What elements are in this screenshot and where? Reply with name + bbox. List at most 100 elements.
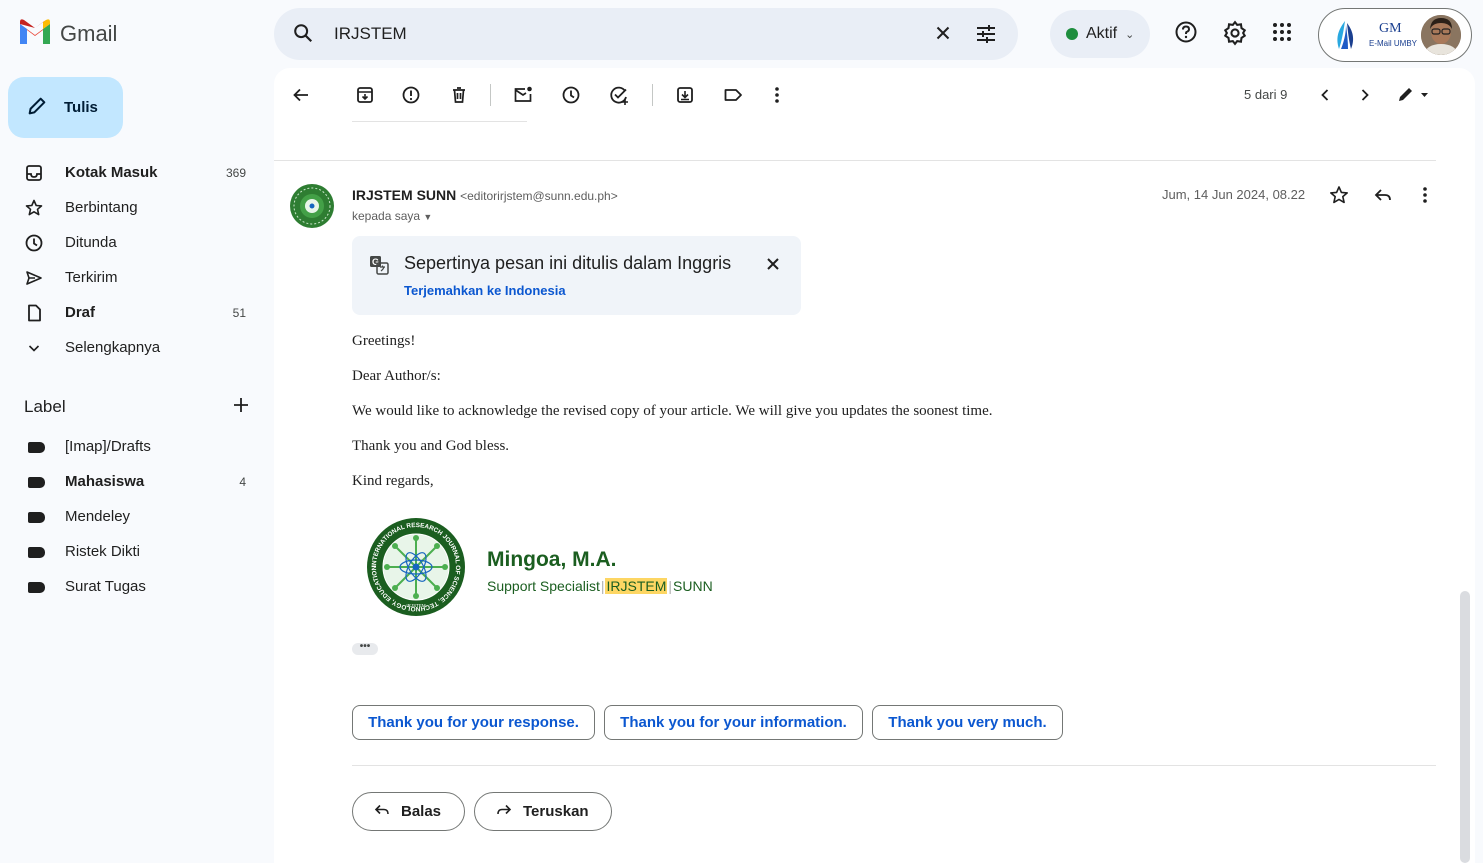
sidebar-item-label: Ditunda (65, 234, 117, 251)
labels-heading: Label (24, 397, 66, 416)
translate-link[interactable]: Terjemahkan ke Indonesia (404, 283, 566, 298)
sender-line[interactable]: IRJSTEM SUNN <editorirjstem@sunn.edu.ph> (352, 187, 618, 203)
draft-count: 51 (232, 306, 246, 320)
status-dot (1066, 28, 1078, 40)
add-task-icon[interactable] (608, 84, 630, 106)
reply-arrow-icon[interactable] (1372, 184, 1394, 206)
show-trimmed-content-button[interactable]: ••• (352, 642, 378, 655)
close-icon[interactable] (763, 254, 783, 279)
smart-reply-chip[interactable]: Thank you for your response. (352, 705, 595, 740)
sidebar-item-label: Terkirim (65, 269, 118, 286)
sidebar-item-label: Mendeley (65, 508, 131, 525)
inbox-icon (24, 163, 44, 183)
signature-highlight: IRJSTEM (605, 578, 668, 594)
body-paragraph: Thank you and God bless. (352, 438, 510, 454)
sender-email: <editorirjstem@sunn.edu.ph> (460, 189, 618, 203)
chevron-right-icon[interactable] (1354, 84, 1376, 106)
recipients-label: kepada saya (352, 209, 421, 223)
pencil-icon (26, 95, 48, 121)
label-tag-icon (28, 442, 45, 453)
mark-unread-icon[interactable] (512, 84, 534, 106)
star-icon[interactable] (1328, 184, 1350, 206)
gmail-logo[interactable]: Gmail (18, 18, 117, 49)
back-arrow-icon[interactable] (290, 84, 312, 106)
seal-short-text: ·IRJSTEM· (405, 603, 427, 608)
input-tools-pencil-icon[interactable] (1394, 84, 1430, 106)
sidebar-item-drafts[interactable]: Draf 51 (0, 297, 270, 329)
sidebar-label-mahasiswa[interactable]: Mahasiswa 4 (0, 466, 270, 498)
sidebar-item-label: Selengkapnya (65, 339, 161, 356)
signature-role: Support Specialist (487, 578, 600, 594)
more-vert-icon[interactable] (1414, 184, 1436, 206)
reply-button[interactable]: Balas (352, 792, 465, 831)
avatar[interactable] (1421, 15, 1461, 55)
send-icon (24, 268, 44, 288)
more-vert-icon[interactable] (766, 84, 788, 106)
scrollbar-thumb[interactable] (1460, 591, 1470, 863)
sidebar-label-imap-drafts[interactable]: [Imap]/Drafts (0, 431, 270, 463)
label-icon[interactable] (722, 84, 744, 106)
sidebar-item-label: Draf (65, 304, 96, 321)
clear-search-icon[interactable] (932, 22, 954, 49)
sidebar-item-starred[interactable]: Berbintang (0, 192, 270, 224)
body-paragraph: Greetings! (352, 333, 416, 349)
snooze-clock-icon[interactable] (560, 84, 582, 106)
app-name: Gmail (60, 20, 118, 46)
compose-label: Tulis (64, 99, 98, 116)
message-divider (274, 160, 1436, 161)
sidebar-item-label: Ristek Dikti (65, 543, 141, 560)
sidebar-item-label: Mahasiswa (65, 473, 145, 490)
search-input[interactable]: IRJSTEM (334, 24, 407, 44)
unread-count: 369 (225, 166, 246, 180)
search-icon[interactable] (292, 22, 314, 49)
apps-grid-icon[interactable] (1270, 20, 1294, 49)
sidebar-item-label: [Imap]/Drafts (65, 438, 151, 455)
org-name: E-Mail UMBY (1369, 39, 1418, 48)
sidebar-item-label: Berbintang (65, 199, 138, 216)
archive-icon[interactable] (354, 84, 376, 106)
delete-trash-icon[interactable] (448, 84, 470, 106)
add-label-icon[interactable] (230, 394, 252, 421)
label-tag-icon (28, 547, 45, 558)
message-date: Jum, 14 Jun 2024, 08.22 (1162, 187, 1306, 202)
chevron-down-icon: ⌄ (1125, 28, 1135, 41)
move-to-icon[interactable] (674, 84, 696, 106)
reply-label: Balas (401, 803, 442, 820)
forward-arrow-icon (495, 801, 513, 823)
recipients-dropdown[interactable]: kepada saya ▼ (352, 209, 432, 223)
compose-button[interactable]: Tulis (8, 77, 123, 138)
smart-reply-chip[interactable]: Thank you for your information. (604, 705, 863, 740)
smart-reply-chip[interactable]: Thank you very much. (872, 705, 1063, 740)
toolbar-divider (652, 84, 653, 106)
body-paragraph: Kind regards, (352, 473, 434, 489)
label-tag-icon (28, 477, 45, 488)
sidebar-item-label: Surat Tugas (65, 578, 146, 595)
signature-org: SUNN (673, 578, 713, 594)
report-spam-icon[interactable] (400, 84, 422, 106)
account-switcher[interactable]: GM E-Mail UMBY (1318, 8, 1472, 62)
sidebar-item-label: Kotak Masuk (65, 164, 158, 181)
label-tag-icon (28, 512, 45, 523)
status-selector[interactable]: Aktif ⌄ (1050, 10, 1150, 58)
translate-banner: G Sepertinya pesan ini ditulis dalam Ing… (352, 236, 801, 315)
sidebar-label-ristek-dikti[interactable]: Ristek Dikti (0, 536, 270, 568)
reply-arrow-icon (373, 801, 391, 823)
sender-name[interactable]: IRJSTEM SUNN (352, 187, 456, 203)
sidebar-label-surat-tugas[interactable]: Surat Tugas (0, 571, 270, 603)
search-options-icon[interactable] (974, 22, 998, 51)
sidebar-item-inbox[interactable]: Kotak Masuk 369 (0, 157, 270, 189)
translate-icon: G (368, 254, 390, 281)
search-bar[interactable]: IRJSTEM (274, 8, 1018, 60)
translate-message: Sepertinya pesan ini ditulis dalam Inggr… (404, 253, 732, 273)
chevron-left-icon[interactable] (1314, 84, 1336, 106)
toolbar-divider (490, 84, 491, 106)
help-icon[interactable] (1174, 20, 1198, 49)
sidebar-item-snoozed[interactable]: Ditunda (0, 227, 270, 259)
sender-avatar[interactable] (290, 184, 334, 228)
sidebar-label-mendeley[interactable]: Mendeley (0, 501, 270, 533)
forward-button[interactable]: Teruskan (474, 792, 612, 831)
sidebar-item-sent[interactable]: Terkirim (0, 262, 270, 294)
settings-gear-icon[interactable] (1222, 20, 1248, 51)
sidebar-item-more[interactable]: Selengkapnya (0, 332, 270, 364)
pagination-text: 5 dari 9 (1244, 87, 1288, 102)
